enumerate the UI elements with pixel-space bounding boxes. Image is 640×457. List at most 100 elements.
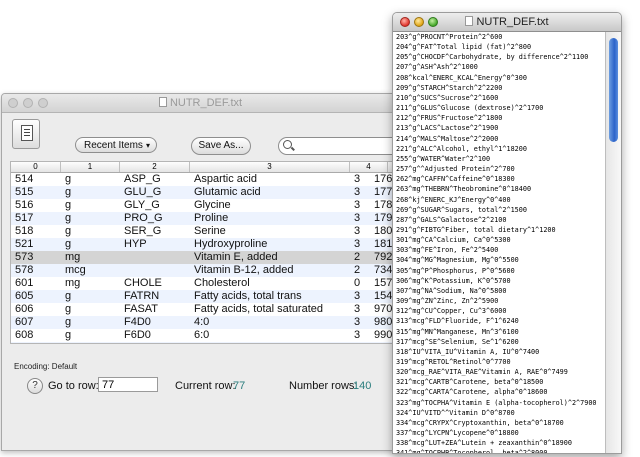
current-row-value: 77 (233, 380, 246, 392)
text-line: 320^mcg_RAE^VITA_RAE^Vitamin A, RAE^0^74… (396, 368, 568, 377)
table-row[interactable]: 514gASP_GAspartic acid317600 (11, 173, 399, 186)
table-row[interactable]: 607 g F4D0 4:0 3 9800 (11, 316, 399, 329)
table-cell: 3 (354, 290, 361, 302)
text-line: 208^kcal^ENERC_KCAL^Energy^0^300 (396, 73, 527, 82)
text-line: 269^g^SUGAR^Sugars, total^2^1500 (396, 205, 527, 214)
window-title: NUTR_DEF.txt (169, 97, 243, 109)
table-cell: g (65, 225, 72, 237)
table-cell: 3 (354, 303, 361, 315)
table-header: 0 1 2 3 4 (11, 162, 399, 173)
table-cell: Proline (194, 212, 229, 224)
column-header[interactable]: 1 (61, 162, 120, 172)
table-cell: 605 (15, 290, 34, 302)
text-line: 313^mcg^FLD^Fluoride, F^1^6240 (396, 317, 519, 326)
table-cell: Vitamin B-12, added (194, 264, 294, 276)
text-line: 319^mcg^RETOL^Retinol^0^7700 (396, 358, 511, 366)
text-line: 301^mg^CA^Calcium, Ca^0^5300 (396, 236, 511, 245)
text-line: 341^mg^TOCPHB^Tocopherol, beta^2^8000 (396, 448, 608, 453)
table-cell: 2 (354, 264, 361, 276)
table-row[interactable]: 515gGLU_GGlutamic acid317700 (11, 186, 399, 199)
text-line: 257^g^^Adjusted Protein^2^700 (396, 165, 515, 174)
close-button[interactable] (400, 17, 410, 27)
text-line: 307^mg^NA^Sodium, Na^0^5800 (396, 286, 507, 295)
table-cell: Aspartic acid (194, 173, 257, 185)
open-file-button[interactable] (12, 119, 40, 149)
table-cell: mg (65, 251, 81, 263)
zoom-button[interactable] (428, 17, 438, 27)
goto-label: Go to row: (48, 380, 99, 392)
text-line: 268^kj^ENERC_KJ^Energy^0^400 (396, 195, 511, 204)
title-bar[interactable]: NUTR_DEF.txt (393, 13, 621, 32)
table-cell: 517 (15, 212, 34, 224)
table-cell: 3 (354, 186, 361, 198)
text-line: 204^g^FAT^Total lipid (fat)^2^800 (396, 43, 532, 52)
table-cell: 516 (15, 199, 34, 211)
table-cell: 573 (15, 251, 34, 263)
text-line: 203^g^PROCNT^Protein^2^600 (396, 33, 503, 41)
table-cell: 606 (15, 303, 34, 315)
text-line: 322^mcg^CARTA^Carotene, alpha^0^18600 (396, 388, 548, 397)
table-row[interactable]: 608 g F6D0 6:0 3 9900 (11, 329, 399, 342)
table-cell: 607 (15, 316, 34, 328)
table-cell: 3 (354, 342, 360, 343)
table-cell: Serine (194, 225, 226, 237)
minimize-button[interactable] (23, 98, 33, 108)
title-bar[interactable]: NUTR_DEF.txt (2, 94, 399, 113)
table-cell: CHOLE (124, 277, 162, 289)
text-line: 211^g^GLUS^Glucose (dextrose)^2^1700 (396, 104, 544, 113)
text-line: 323^mg^TOCPHA^Vitamin E (alpha-tocophero… (396, 398, 597, 407)
column-header[interactable]: 2 (120, 162, 190, 172)
table-row[interactable]: 521gHYPHydroxyproline318100 (11, 238, 399, 251)
text-line: 309^mg^ZN^Zinc, Zn^2^5900 (396, 297, 499, 306)
zoom-button[interactable] (38, 98, 48, 108)
table-row[interactable]: 516gGLY_GGlycine317800 (11, 199, 399, 212)
table-row[interactable]: 605gFATRNFatty acids, total trans315400 (11, 290, 399, 303)
text-line: 321^mcg^CARTB^Carotene, beta^0^18500 (396, 378, 544, 387)
table-cell: mcg (65, 264, 86, 276)
data-table[interactable]: 0 1 2 3 4 514gASP_GAspartic acid31760051… (10, 161, 399, 344)
table-cell: mg (65, 277, 81, 289)
table-cell: 3 (354, 212, 361, 224)
document-icon (158, 97, 167, 107)
table-cell: Fatty acids, total trans (194, 290, 302, 302)
recent-items-popup[interactable]: Recent Items ▾ (75, 137, 157, 153)
text-content[interactable]: 203^g^PROCNT^Protein^2^600 204^g^FAT^Tota… (393, 32, 608, 453)
table-cell: 0 (354, 277, 361, 289)
table-row[interactable]: 609gF8D0310000 (11, 342, 399, 343)
goto-row-input[interactable]: 77 (98, 377, 158, 392)
table-cell: Glycine (194, 199, 231, 211)
text-line: 318^IU^VITA_IU^Vitamin A, IU^0^7400 (396, 347, 540, 356)
table-cell: g (65, 316, 72, 328)
column-header[interactable]: 3 (190, 162, 350, 172)
table-row[interactable]: 573 mg Vitamin E, added 2 7920 (11, 251, 399, 264)
vertical-scrollbar[interactable] (605, 32, 621, 453)
table-row[interactable]: 517gPRO_GProline317900 (11, 212, 399, 225)
text-line: 213^g^LACS^Lactose^2^1900 (396, 124, 499, 133)
table-cell: GLU_G (124, 186, 162, 198)
table-row[interactable]: 601mgCHOLECholesterol015700 (11, 277, 399, 290)
table-viewer-window: NUTR_DEF.txt Recent Items ▾ Save As... 0… (1, 93, 400, 451)
table-row[interactable]: 518gSER_GSerine318000 (11, 225, 399, 238)
save-as-button[interactable]: Save As... (191, 137, 251, 155)
column-header[interactable]: 0 (11, 162, 61, 172)
text-line: 291^g^FIBTG^Fiber, total dietary^1^1200 (396, 225, 556, 234)
search-field[interactable] (278, 137, 399, 155)
table-row[interactable]: 606 g FASAT Fatty acids, total saturated 3 97… (11, 303, 399, 316)
minimize-button[interactable] (414, 17, 424, 27)
text-line: 214^g^MALS^Maltose^2^2000 (396, 134, 499, 143)
scrollbar-thumb[interactable] (609, 38, 618, 142)
text-line: 207^g^ASH^Ash^2^1000 (396, 63, 478, 72)
text-line: 262^mg^CAFFN^Caffeine^0^18300 (396, 175, 515, 184)
column-header[interactable]: 4 (350, 162, 388, 172)
table-cell: F8D0 (124, 342, 151, 343)
window-title: NUTR_DEF.txt (476, 16, 549, 28)
search-icon (283, 140, 292, 149)
text-line: 315^mg^MN^Manganese, Mn^3^6100 (396, 327, 519, 336)
help-button[interactable]: ? (27, 378, 43, 394)
chevron-down-icon: ▾ (145, 141, 150, 150)
toolbar: Recent Items ▾ Save As... (2, 113, 399, 159)
close-button[interactable] (8, 98, 18, 108)
table-cell: 515 (15, 186, 34, 198)
table-row[interactable]: 578 mcg Vitamin B-12, added 2 7340 (11, 264, 399, 277)
text-line: 287^g^GALS^Galactose^2^2100 (396, 215, 507, 224)
